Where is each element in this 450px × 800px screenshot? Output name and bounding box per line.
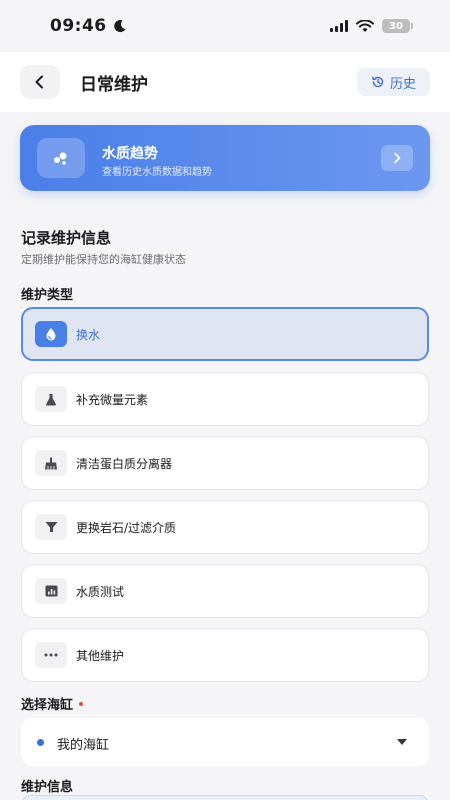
cleaning-brush-icon [35,450,67,476]
back-button[interactable] [20,65,60,99]
tank-select[interactable]: 我的海缸 [21,718,429,766]
option-replace-media[interactable]: 更换岩石/过滤介质 [21,500,429,554]
flask-icon [35,386,67,412]
maintenance-type-label: 维护类型 [21,288,74,303]
status-indicators: 30 [330,19,413,33]
tank-label-text: 选择海缸 [21,698,74,713]
option-label: 其他维护 [76,649,125,663]
more-dots-icon [35,642,67,668]
filter-icon [35,514,67,540]
option-trace-elements[interactable]: 补充微量元素 [21,372,429,426]
chevron-left-icon [35,75,43,89]
banner-title: 水质趋势 [102,146,158,162]
option-label: 水质测试 [76,585,125,599]
status-bar: 09:46 30 [0,0,450,52]
banner-arrow-button[interactable] [381,145,413,171]
tank-select-value: 我的海缸 [57,738,110,753]
history-label: 历史 [389,76,416,92]
page-title: 日常维护 [80,75,148,95]
maintenance-info-label: 维护信息 [21,780,74,795]
option-other[interactable]: 其他维护 [21,628,429,682]
banner-subtitle: 查看历史水质数据和趋势 [102,167,212,178]
option-label: 更换岩石/过滤介质 [76,521,177,535]
history-icon [372,76,384,88]
option-water-test[interactable]: 水质测试 [21,564,429,618]
option-clean-skimmer[interactable]: 清洁蛋白质分离器 [21,436,429,490]
water-quality-trend-banner[interactable]: 水质趋势 查看历史水质数据和趋势 [20,125,430,191]
battery-level: 30 [389,20,403,32]
cellular-signal-icon [330,20,348,32]
wifi-icon [356,19,374,32]
chevron-right-icon [394,152,401,164]
option-water-change[interactable]: 换水 [21,307,429,361]
tank-dot-icon [37,739,44,746]
caret-down-icon [397,739,407,745]
option-label: 换水 [76,328,101,342]
required-indicator [79,701,84,706]
maintenance-info-card [21,795,429,800]
history-button[interactable]: 历史 [356,68,430,96]
bubbles-icon [37,138,85,178]
status-time: 09:46 [50,16,127,36]
nav-bar: 日常维护 历史 [0,52,450,112]
record-section-title: 记录维护信息 [21,229,112,247]
moon-icon [113,20,126,33]
status-time-text: 09:46 [50,16,107,36]
tank-select-label: 选择海缸 [21,694,84,713]
record-section-description: 定期维护能保持您的海缸健康状态 [21,253,186,266]
option-label: 清洁蛋白质分离器 [76,457,173,471]
chart-icon [35,578,67,604]
option-label: 补充微量元素 [76,393,149,407]
water-drop-icon [35,321,67,347]
battery-icon: 30 [382,19,413,33]
